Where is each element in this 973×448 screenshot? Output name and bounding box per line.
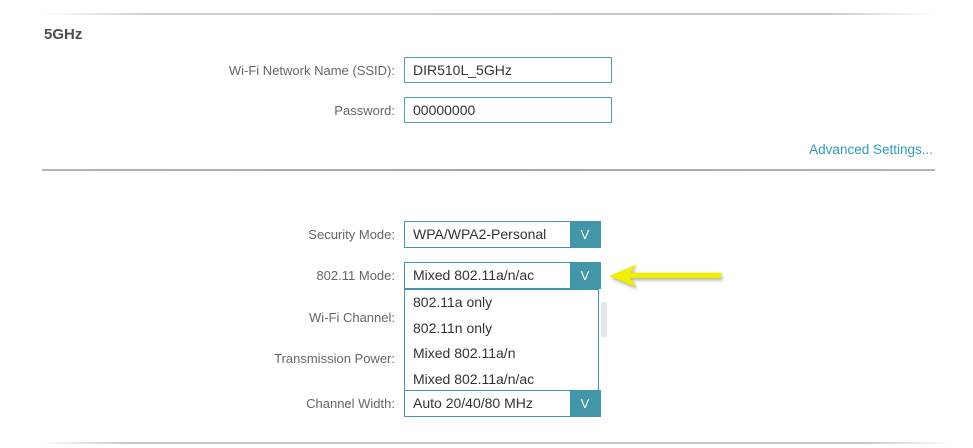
- band-heading-5ghz: 5GHz: [44, 26, 82, 43]
- chevron-down-icon: V: [581, 227, 590, 242]
- wifi-channel-label: Wi-Fi Channel:: [0, 310, 395, 325]
- dropdown-option-80211n-only[interactable]: 802.11n only: [405, 316, 598, 342]
- advanced-settings-link[interactable]: Advanced Settings...: [809, 142, 933, 157]
- wifi-settings-panel: 5GHz Wi-Fi Network Name (SSID): Password…: [0, 0, 973, 448]
- 80211-mode-label: 802.11 Mode:: [0, 268, 395, 283]
- password-input[interactable]: [404, 97, 612, 123]
- ssid-input[interactable]: [404, 57, 612, 83]
- security-mode-select[interactable]: WPA/WPA2-Personal V: [404, 221, 601, 248]
- 80211-mode-option-list: 802.11a only 802.11n only Mixed 802.11a/…: [404, 289, 599, 391]
- channel-width-dropdown-button[interactable]: V: [570, 391, 600, 416]
- 80211-mode-dropdown-button[interactable]: V: [570, 263, 600, 288]
- top-divider: [40, 13, 935, 15]
- annotation-arrow-left-icon: [609, 263, 724, 289]
- security-mode-dropdown-button[interactable]: V: [570, 222, 600, 247]
- security-mode-value: WPA/WPA2-Personal: [405, 222, 570, 247]
- dropdown-option-mixed-80211an[interactable]: Mixed 802.11a/n: [405, 341, 598, 367]
- dropdown-scrollbar-thumb[interactable]: [601, 302, 607, 337]
- dropdown-option-mixed-80211anac[interactable]: Mixed 802.11a/n/ac: [405, 367, 598, 393]
- password-label: Password:: [0, 103, 395, 118]
- 80211-mode-select[interactable]: Mixed 802.11a/n/ac V: [404, 262, 601, 289]
- ssid-label: Wi-Fi Network Name (SSID):: [0, 63, 395, 78]
- chevron-down-icon: V: [581, 396, 590, 411]
- transmission-power-label: Transmission Power:: [0, 351, 395, 366]
- channel-width-select[interactable]: Auto 20/40/80 MHz V: [404, 390, 601, 417]
- chevron-down-icon: V: [581, 268, 590, 283]
- bottom-divider: [40, 442, 952, 444]
- security-mode-label: Security Mode:: [0, 227, 395, 242]
- 80211-mode-value: Mixed 802.11a/n/ac: [405, 263, 570, 288]
- channel-width-value: Auto 20/40/80 MHz: [405, 391, 570, 416]
- section-divider: [42, 169, 935, 171]
- channel-width-label: Channel Width:: [0, 396, 395, 411]
- dropdown-option-80211a-only[interactable]: 802.11a only: [405, 290, 598, 316]
